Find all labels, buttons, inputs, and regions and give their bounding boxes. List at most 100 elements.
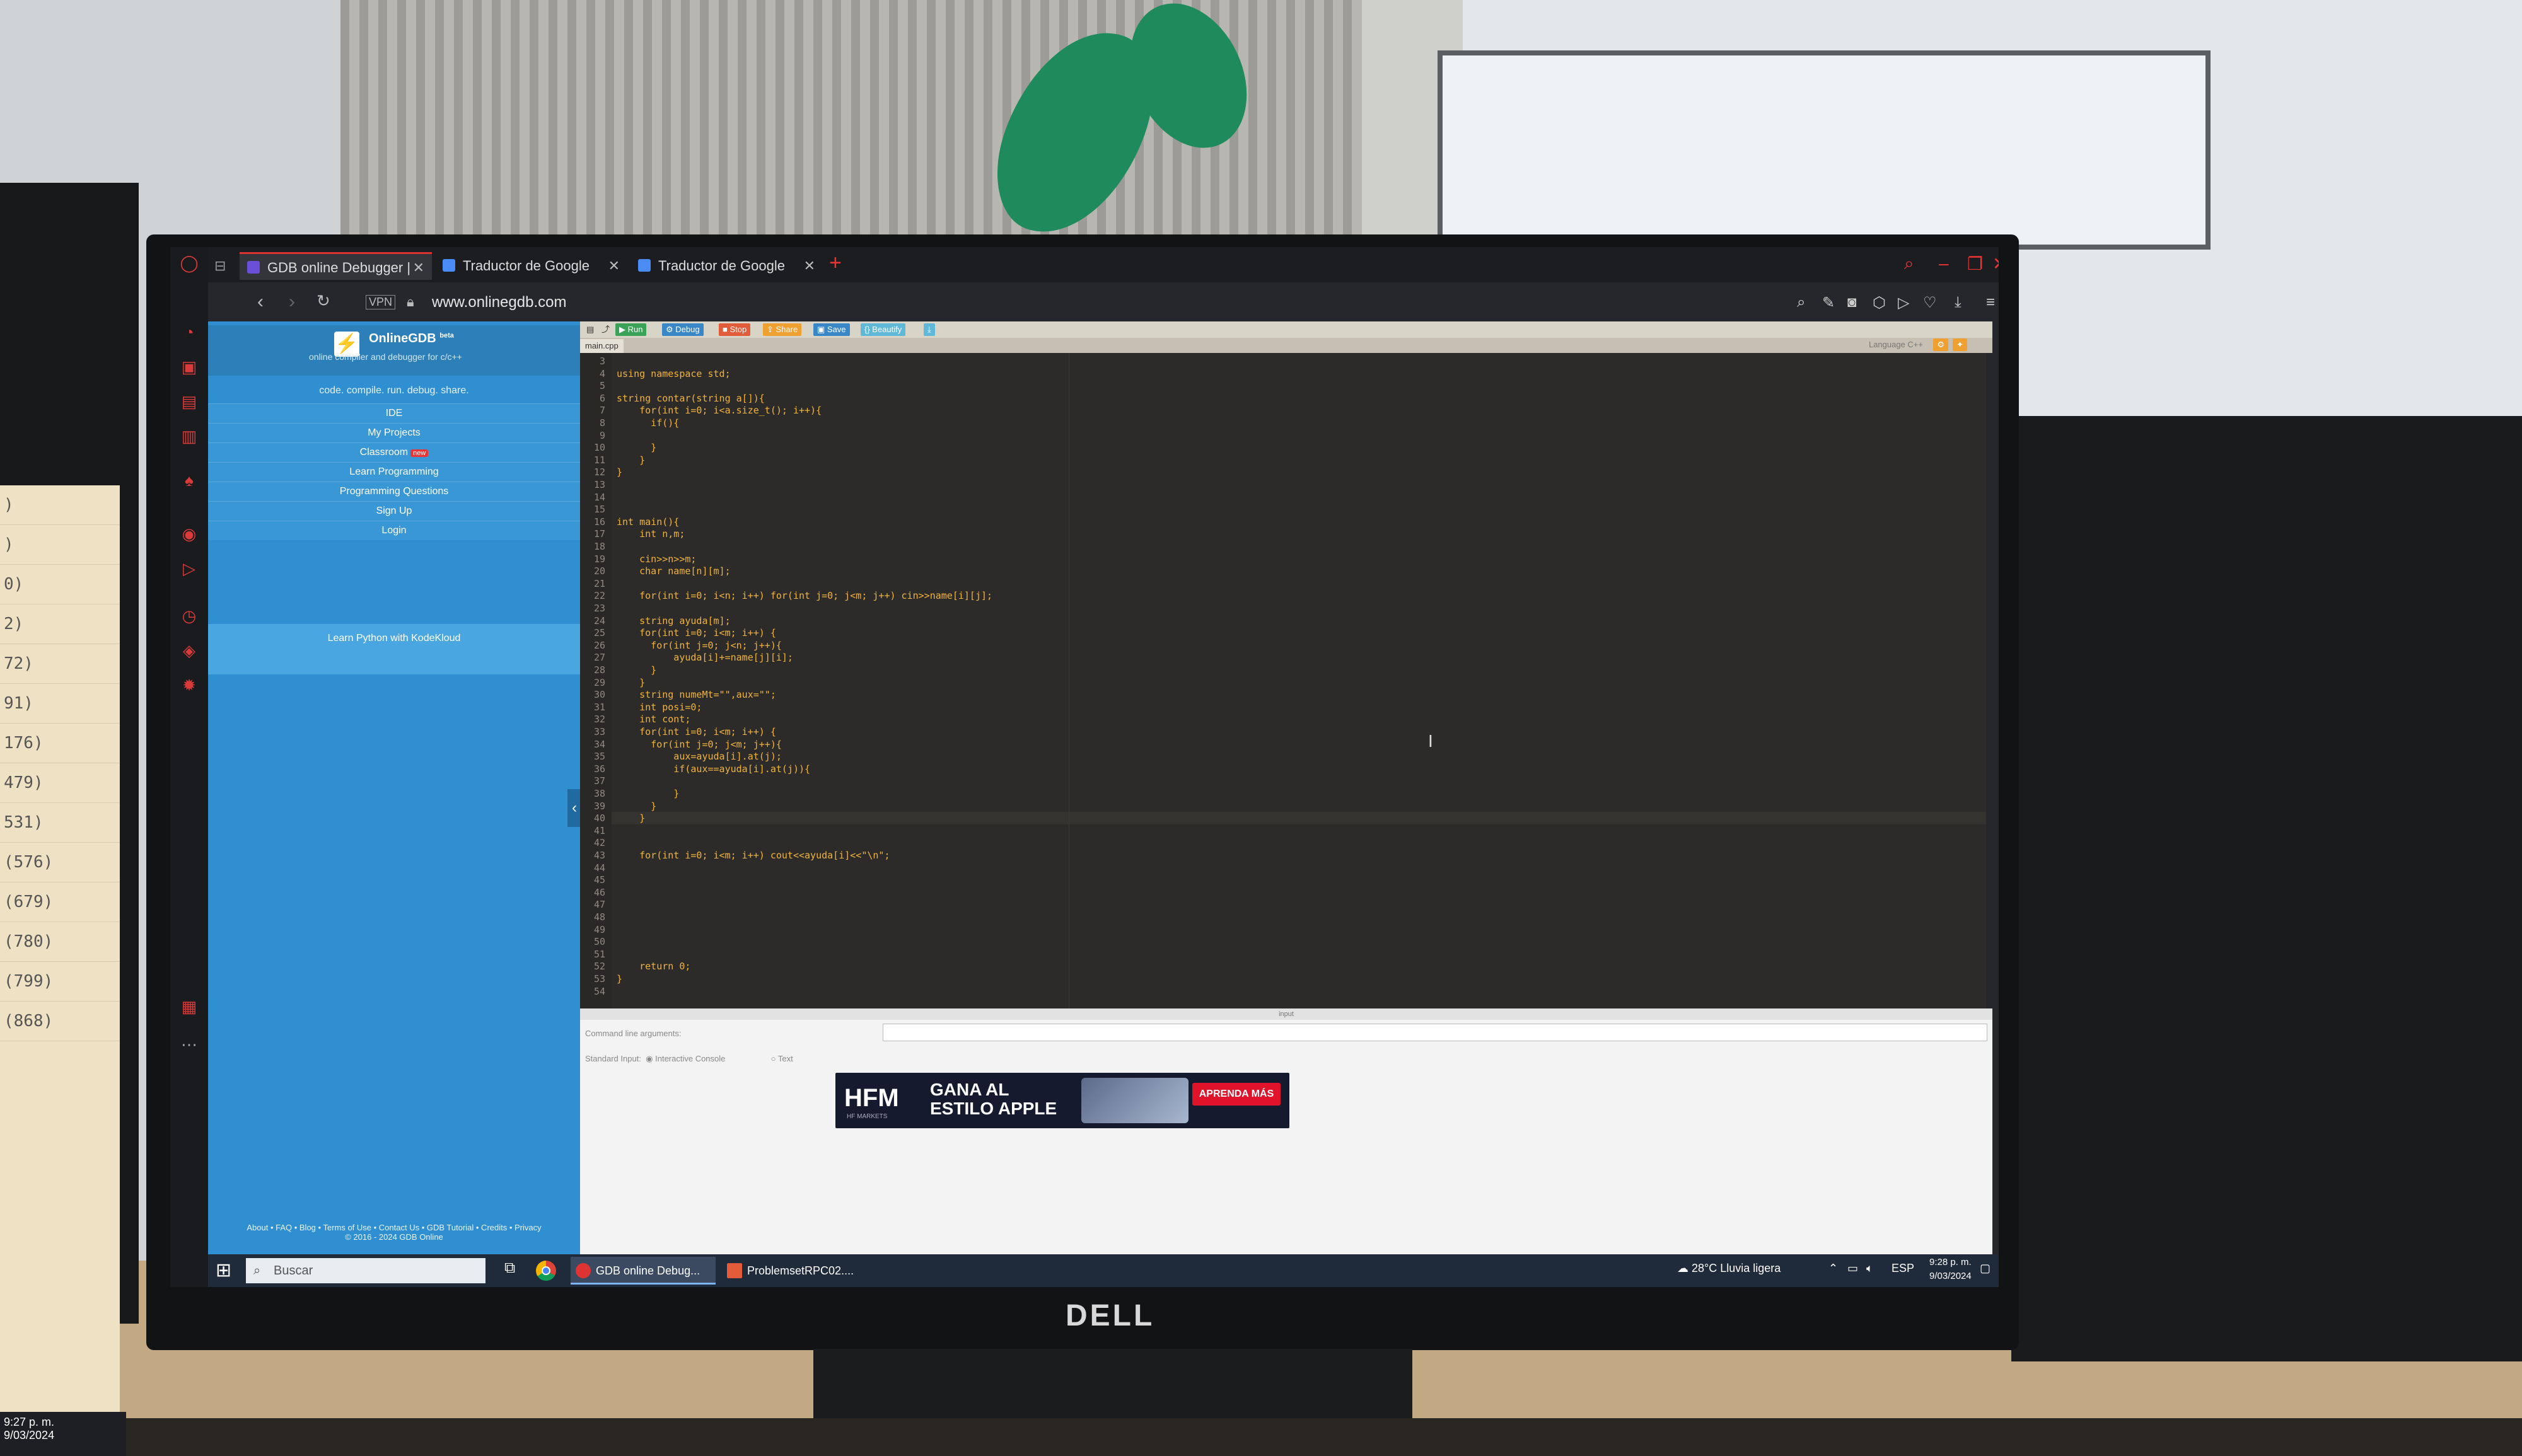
crypto-icon[interactable]: ♠: [180, 471, 199, 490]
heart-icon[interactable]: ♡: [1923, 294, 1937, 312]
gdb-sidebar: ⚡ OnlineGDB beta online compiler and deb…: [208, 321, 580, 1254]
language-select[interactable]: Language C++: [1869, 340, 1923, 349]
minimize-icon[interactable]: –: [1939, 253, 1949, 274]
close-tab-icon[interactable]: ✕: [608, 252, 620, 280]
chrome-icon[interactable]: [536, 1261, 556, 1281]
menu-item-sign-up[interactable]: Sign Up: [208, 501, 580, 521]
taskbar-app-label: ProblemsetRPC02....: [747, 1264, 854, 1277]
search-tabs-icon[interactable]: ⌕: [1904, 253, 1914, 274]
network-icon[interactable]: ▭: [1847, 1262, 1858, 1275]
footer-links[interactable]: About • FAQ • Blog • Terms of Use • Cont…: [208, 1223, 580, 1232]
play-icon[interactable]: ▷: [1898, 294, 1909, 312]
zoom-icon[interactable]: ⌕: [1797, 294, 1805, 311]
advertisement-banner[interactable]: HFM HF MARKETS GANA AL ESTILO APPLE APRE…: [835, 1073, 1289, 1128]
tray-chevron-icon[interactable]: ⌃: [1828, 1262, 1838, 1275]
code-line: 3: [580, 355, 617, 369]
taskbar-search[interactable]: ⌕ Buscar: [246, 1258, 485, 1283]
code-line: 29 }: [580, 677, 645, 690]
tab-translate-2[interactable]: Traductor de Google ✕: [630, 252, 823, 280]
menu-item-ide[interactable]: IDE: [208, 403, 580, 423]
box-icon[interactable]: ◈: [180, 641, 199, 660]
more-icon[interactable]: ⋯: [180, 1035, 199, 1054]
stdin-label: Standard Input:: [585, 1054, 641, 1063]
line-text: for(int i=0; i<m; i++) {: [617, 627, 776, 639]
info-button[interactable]: ✦: [1953, 338, 1967, 351]
upload-icon[interactable]: ⤴: [598, 323, 613, 336]
line-text: for(int j=0; j<n; j++){: [617, 639, 782, 651]
menu-item-classroom[interactable]: Classroom new: [208, 442, 580, 462]
line-number: 7: [599, 405, 605, 417]
chat-icon[interactable]: ▤: [180, 392, 199, 411]
vpn-badge[interactable]: VPN: [366, 295, 396, 309]
menu-icon[interactable]: ≡: [1986, 294, 1995, 311]
line-number: 47: [593, 899, 605, 911]
close-tab-icon[interactable]: ✕: [413, 254, 424, 282]
tab-gdb[interactable]: GDB online Debugger | Co ✕: [240, 252, 432, 303]
close-window-icon[interactable]: ✕: [1992, 253, 1999, 274]
edit-icon[interactable]: ✎: [1822, 294, 1835, 312]
file-icon[interactable]: ▤: [583, 323, 598, 336]
settings-button[interactable]: ⚙: [1933, 338, 1948, 351]
download-code-button[interactable]: ⤓: [924, 323, 935, 336]
wallet-icon[interactable]: ▦: [180, 997, 199, 1016]
taskbar-app-pdf[interactable]: ProblemsetRPC02....: [722, 1257, 867, 1285]
back-icon[interactable]: ‹: [257, 291, 264, 313]
settings-icon[interactable]: ✹: [180, 676, 199, 695]
code-line: 51: [580, 949, 617, 962]
save-button[interactable]: ▣ Save: [813, 323, 850, 336]
beautify-button[interactable]: {} Beautify: [861, 323, 906, 336]
line-number: 13: [593, 479, 605, 490]
file-tab-main[interactable]: main.cpp: [580, 339, 624, 353]
line-number: 37: [593, 775, 605, 787]
collapse-sidebar-button[interactable]: ‹: [567, 789, 581, 827]
menu-item-my-projects[interactable]: My Projects: [208, 423, 580, 442]
taskbar-app-gdb[interactable]: GDB online Debug...: [571, 1257, 716, 1285]
cube-icon[interactable]: ⬡: [1873, 294, 1886, 312]
text-radio[interactable]: ○: [771, 1054, 776, 1063]
reload-icon[interactable]: ↻: [317, 291, 330, 311]
ad-cta-button[interactable]: APRENDA MÁS: [1192, 1083, 1281, 1106]
interactive-radio[interactable]: ◉: [646, 1054, 653, 1063]
clock-icon[interactable]: ◷: [180, 606, 199, 625]
share-button[interactable]: ⇪ Share: [763, 323, 802, 336]
code-line: 19 cin>>n>>m;: [580, 553, 697, 567]
close-tab-icon[interactable]: ✕: [804, 252, 815, 280]
run-button[interactable]: ▶ Run: [615, 323, 647, 336]
gdb-promo[interactable]: Learn Python with KodeKloud: [208, 624, 580, 674]
messenger-icon[interactable]: ▥: [180, 427, 199, 446]
left-screen-line: (679): [0, 882, 120, 922]
stop-button[interactable]: ■ Stop: [719, 323, 751, 336]
menu-item-programming-questions[interactable]: Programming Questions: [208, 482, 580, 501]
taskbar-clock[interactable]: 9:28 p. m. 9/03/2024: [1929, 1256, 1972, 1283]
restore-icon[interactable]: ❐: [1967, 253, 1983, 274]
new-tab-button[interactable]: +: [829, 251, 842, 275]
windows-start-icon[interactable]: ⊞: [216, 1259, 231, 1281]
player-icon[interactable]: ◉: [180, 524, 199, 543]
download-icon[interactable]: ⤓: [1955, 294, 1961, 311]
code-line: 9: [580, 430, 617, 443]
camera-icon[interactable]: ◙: [1847, 294, 1857, 311]
volume-icon[interactable]: 🔈︎: [1866, 1262, 1873, 1275]
io-header[interactable]: input: [580, 1008, 1992, 1020]
send-icon[interactable]: ▷: [180, 559, 199, 578]
language-indicator[interactable]: ESP: [1891, 1262, 1914, 1275]
opera-logo-icon[interactable]: ◯: [180, 253, 199, 272]
weather-widget[interactable]: ☁ 28°C Lluvia ligera: [1677, 1262, 1781, 1275]
code-line: 16 int main(){: [580, 516, 679, 529]
code-editor[interactable]: 3 4 using namespace std; 5 6 string contar(st…: [580, 353, 1986, 1008]
code-line: 27 ayuda[i]+=name[j][i];: [580, 652, 793, 665]
menu-item-learn-programming[interactable]: Learn Programming: [208, 462, 580, 482]
menu-item-login[interactable]: Login: [208, 521, 580, 540]
url-field[interactable]: www.onlinegdb.com: [432, 294, 566, 311]
forward-icon[interactable]: ›: [289, 291, 295, 313]
workspaces-icon[interactable]: ⊟: [214, 252, 233, 280]
notifications-icon[interactable]: ▢: [1980, 1262, 1990, 1275]
gdb-brand[interactable]: ⚡ OnlineGDB beta online compiler and deb…: [208, 325, 580, 376]
task-view-icon[interactable]: ⧉: [504, 1259, 515, 1277]
tab-translate-1[interactable]: Traductor de Google ✕: [435, 252, 627, 280]
lock-icon: 🔒︎: [407, 294, 414, 309]
history-icon[interactable]: ◔: [180, 323, 199, 342]
cla-input[interactable]: [883, 1024, 1987, 1041]
bag-icon[interactable]: ▣: [180, 357, 199, 376]
debug-button[interactable]: ⚙ Debug: [662, 323, 704, 336]
